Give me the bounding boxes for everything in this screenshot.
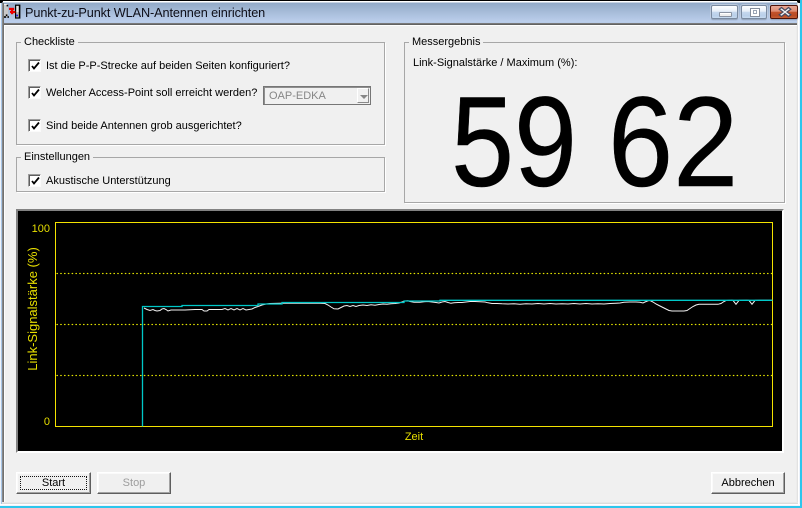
svg-text:Link-Signalstärke (%): Link-Signalstärke (%): [25, 247, 40, 371]
svg-text:100: 100: [32, 223, 50, 235]
svg-text:Zeit: Zeit: [405, 431, 423, 443]
svg-text:0: 0: [44, 416, 50, 428]
